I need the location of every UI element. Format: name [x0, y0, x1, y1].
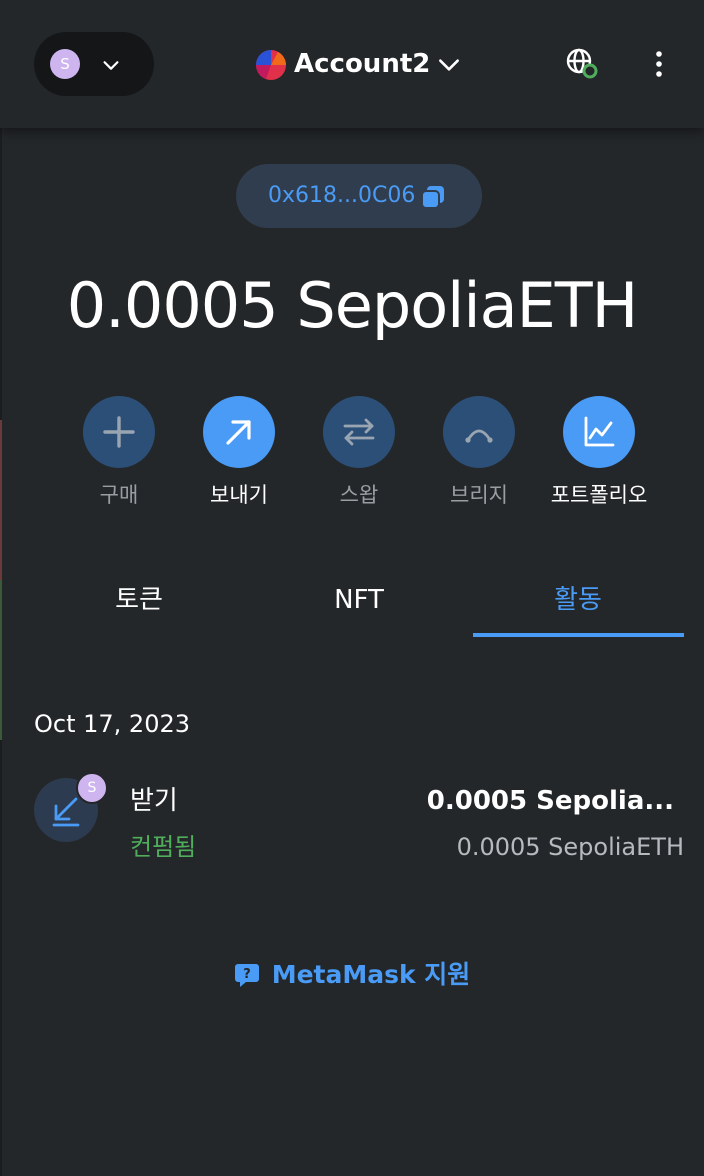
chevron-down-icon — [103, 61, 119, 70]
support-link-row: ? MetaMask 지원 — [0, 956, 704, 996]
transaction-primary-amount: 0.0005 Sepolia... — [426, 786, 674, 816]
tab-activity[interactable]: 활동 — [473, 574, 683, 638]
support-link[interactable]: ? MetaMask 지원 — [234, 956, 471, 994]
swap-label: 스왑 — [339, 483, 379, 507]
bridge-icon — [465, 429, 493, 443]
network-badge: S — [76, 772, 108, 804]
globe-connected-icon[interactable] — [564, 46, 600, 82]
bridge-button[interactable]: 브리지 — [419, 396, 539, 516]
portfolio-label: 포트폴리오 — [550, 483, 648, 507]
portfolio-button[interactable]: 포트폴리오 — [539, 396, 659, 516]
network-avatar: S — [50, 49, 80, 79]
edge-mark — [0, 420, 2, 580]
account-address: 0x618...0C06 — [268, 183, 416, 208]
send-button[interactable]: 보내기 — [179, 396, 299, 516]
edge-mark — [0, 580, 2, 740]
tab-tokens[interactable]: 토큰 — [34, 574, 244, 638]
window-edge — [0, 0, 2, 1176]
transaction-secondary-amount: 0.0005 SepoliaETH — [456, 833, 684, 861]
copy-icon — [421, 186, 444, 209]
network-picker-button[interactable]: S — [34, 32, 154, 96]
portfolio-button-circle — [563, 396, 635, 468]
activity-date: Oct 17, 2023 — [34, 710, 190, 738]
chart-icon — [584, 416, 615, 447]
help-chat-icon: ? — [234, 964, 259, 987]
swap-button[interactable]: 스왑 — [299, 396, 419, 516]
buy-button-circle — [83, 396, 155, 468]
tab-nft[interactable]: NFT — [254, 574, 464, 638]
account-avatar-icon — [256, 50, 286, 80]
copy-address-button[interactable]: 0x618...0C06 — [236, 164, 482, 228]
send-button-circle — [203, 396, 275, 468]
swap-button-circle — [323, 396, 395, 468]
send-label: 보내기 — [210, 483, 268, 507]
svg-text:?: ? — [243, 967, 251, 982]
kebab-menu-icon[interactable] — [648, 48, 670, 80]
bridge-label: 브리지 — [450, 483, 508, 507]
buy-button[interactable]: 구매 — [59, 396, 179, 516]
chevron-down-icon — [439, 59, 459, 71]
arrow-up-right-icon — [226, 420, 251, 445]
support-label: MetaMask 지원 — [271, 960, 471, 989]
account-picker-button[interactable]: Account2 — [254, 44, 464, 84]
balance-amount: 0.0005 SepoliaETH — [66, 269, 639, 342]
app-header: S Account2 — [0, 0, 704, 128]
swap-arrows-icon — [343, 418, 375, 446]
plus-icon — [103, 416, 135, 448]
transaction-row[interactable]: S 받기 컨펌됨 0.0005 Sepolia... 0.0005 Sepoli… — [0, 764, 704, 874]
buy-label: 구매 — [99, 483, 139, 507]
transaction-status: 컨펌됨 — [130, 833, 197, 861]
account-name: Account2 — [294, 49, 431, 79]
transaction-title: 받기 — [130, 786, 178, 816]
active-tab-indicator — [473, 633, 684, 637]
bridge-button-circle — [443, 396, 515, 468]
